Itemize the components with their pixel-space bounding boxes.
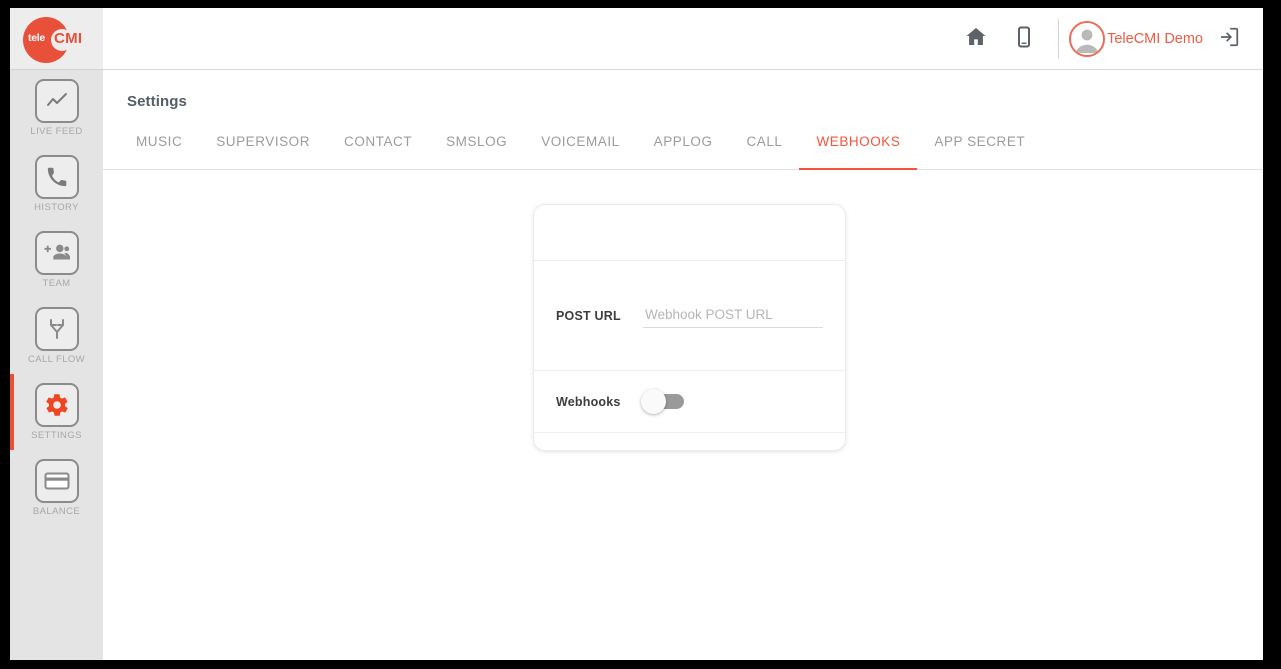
- tab-label: WEBHOOKS: [816, 134, 901, 149]
- logo-text-tele: tele: [28, 32, 45, 44]
- line-chart-icon: [34, 79, 79, 123]
- mobile-app-button[interactable]: [1000, 8, 1048, 70]
- top-header: TeleCMI Demo: [103, 8, 1263, 70]
- logout-icon: [1218, 26, 1240, 53]
- user-menu[interactable]: TeleCMI Demo: [1069, 21, 1203, 57]
- webhook-settings-card: POST URL Webhooks: [533, 204, 846, 451]
- sidebar: tele CMI LIVE FEED HISTORY TEAM CALL FLO…: [10, 8, 103, 660]
- app-window: tele CMI LIVE FEED HISTORY TEAM CALL FLO…: [10, 8, 1263, 660]
- logout-button[interactable]: [1209, 8, 1249, 70]
- settings-tabs: MUSIC SUPERVISOR CONTACT SMSLOG VOICEMAI…: [103, 126, 1263, 170]
- sidebar-item-label: BALANCE: [32, 506, 81, 517]
- mobile-icon: [1013, 25, 1035, 54]
- page-title: Settings: [127, 93, 187, 110]
- tab-webhooks[interactable]: WEBHOOKS: [799, 126, 918, 170]
- sidebar-item-live-feed[interactable]: LIVE FEED: [10, 70, 103, 146]
- post-url-input[interactable]: [643, 303, 823, 328]
- logo-text-cmi: CMI: [54, 30, 83, 47]
- card-icon: [34, 459, 79, 503]
- tab-supervisor[interactable]: SUPERVISOR: [199, 126, 327, 170]
- tab-voicemail[interactable]: VOICEMAIL: [524, 126, 636, 170]
- gear-icon: [34, 383, 79, 427]
- sidebar-item-settings[interactable]: SETTINGS: [10, 374, 103, 450]
- tab-label: MUSIC: [136, 134, 183, 149]
- webhooks-toggle[interactable]: [641, 389, 684, 414]
- sidebar-item-history[interactable]: HISTORY: [10, 146, 103, 222]
- sidebar-item-call-flow[interactable]: CALL FLOW: [10, 298, 103, 374]
- post-url-label: POST URL: [556, 308, 621, 323]
- tab-music[interactable]: MUSIC: [119, 126, 199, 170]
- call-flow-icon: [34, 307, 79, 351]
- sidebar-item-label: TEAM: [42, 278, 71, 289]
- post-url-row: POST URL: [534, 261, 845, 371]
- tab-label: APPLOG: [653, 134, 713, 149]
- sidebar-item-label: HISTORY: [34, 202, 79, 213]
- tab-label: SUPERVISOR: [216, 134, 311, 149]
- tab-label: SMSLOG: [446, 134, 508, 149]
- tab-smslog[interactable]: SMSLOG: [429, 126, 524, 170]
- sidebar-item-label: LIVE FEED: [30, 126, 83, 137]
- webhooks-label: Webhooks: [556, 394, 621, 409]
- header-divider: [1058, 19, 1060, 59]
- tab-label: APP SECRET: [934, 134, 1026, 149]
- tab-app-secret[interactable]: APP SECRET: [917, 126, 1042, 170]
- card-footer: [534, 433, 845, 450]
- card-header: [534, 205, 845, 261]
- tab-call[interactable]: CALL: [730, 126, 800, 170]
- sidebar-item-balance[interactable]: BALANCE: [10, 450, 103, 526]
- webhooks-toggle-row: Webhooks: [534, 371, 845, 433]
- tab-label: CALL: [746, 134, 783, 149]
- sidebar-nav: LIVE FEED HISTORY TEAM CALL FLOW SETTING…: [10, 70, 103, 526]
- tab-active-underline: [799, 167, 918, 170]
- add-people-icon: [34, 231, 79, 275]
- tab-contact[interactable]: CONTACT: [327, 126, 429, 170]
- content-area: Settings MUSIC SUPERVISOR CONTACT SMSLOG…: [103, 70, 1263, 660]
- phone-icon: [34, 155, 79, 199]
- app-logo[interactable]: tele CMI: [10, 8, 103, 70]
- toggle-knob: [641, 389, 666, 414]
- home-icon: [964, 25, 988, 54]
- avatar: [1069, 21, 1106, 57]
- sidebar-item-label: SETTINGS: [31, 430, 82, 441]
- sidebar-item-team[interactable]: TEAM: [10, 222, 103, 298]
- sidebar-item-label: CALL FLOW: [27, 354, 86, 365]
- home-button[interactable]: [952, 8, 1000, 70]
- tab-label: VOICEMAIL: [541, 134, 620, 149]
- user-name-label: TeleCMI Demo: [1107, 31, 1203, 47]
- tab-label: CONTACT: [344, 134, 413, 149]
- tab-applog[interactable]: APPLOG: [637, 126, 730, 170]
- active-indicator: [10, 374, 14, 450]
- header-actions: TeleCMI Demo: [952, 8, 1249, 70]
